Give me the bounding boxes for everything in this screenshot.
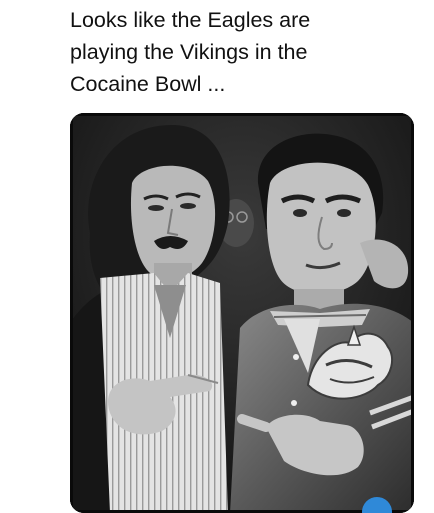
post-photo[interactable]	[70, 113, 414, 513]
post-caption: Looks like the Eagles are playing the Vi…	[70, 4, 400, 100]
caption-line-3: Cocaine Bowl ...	[70, 72, 226, 96]
photo-illustration	[70, 113, 414, 513]
caption-line-1: Looks like the Eagles are	[70, 8, 311, 32]
caption-line-2: playing the Vikings in the	[70, 40, 308, 64]
